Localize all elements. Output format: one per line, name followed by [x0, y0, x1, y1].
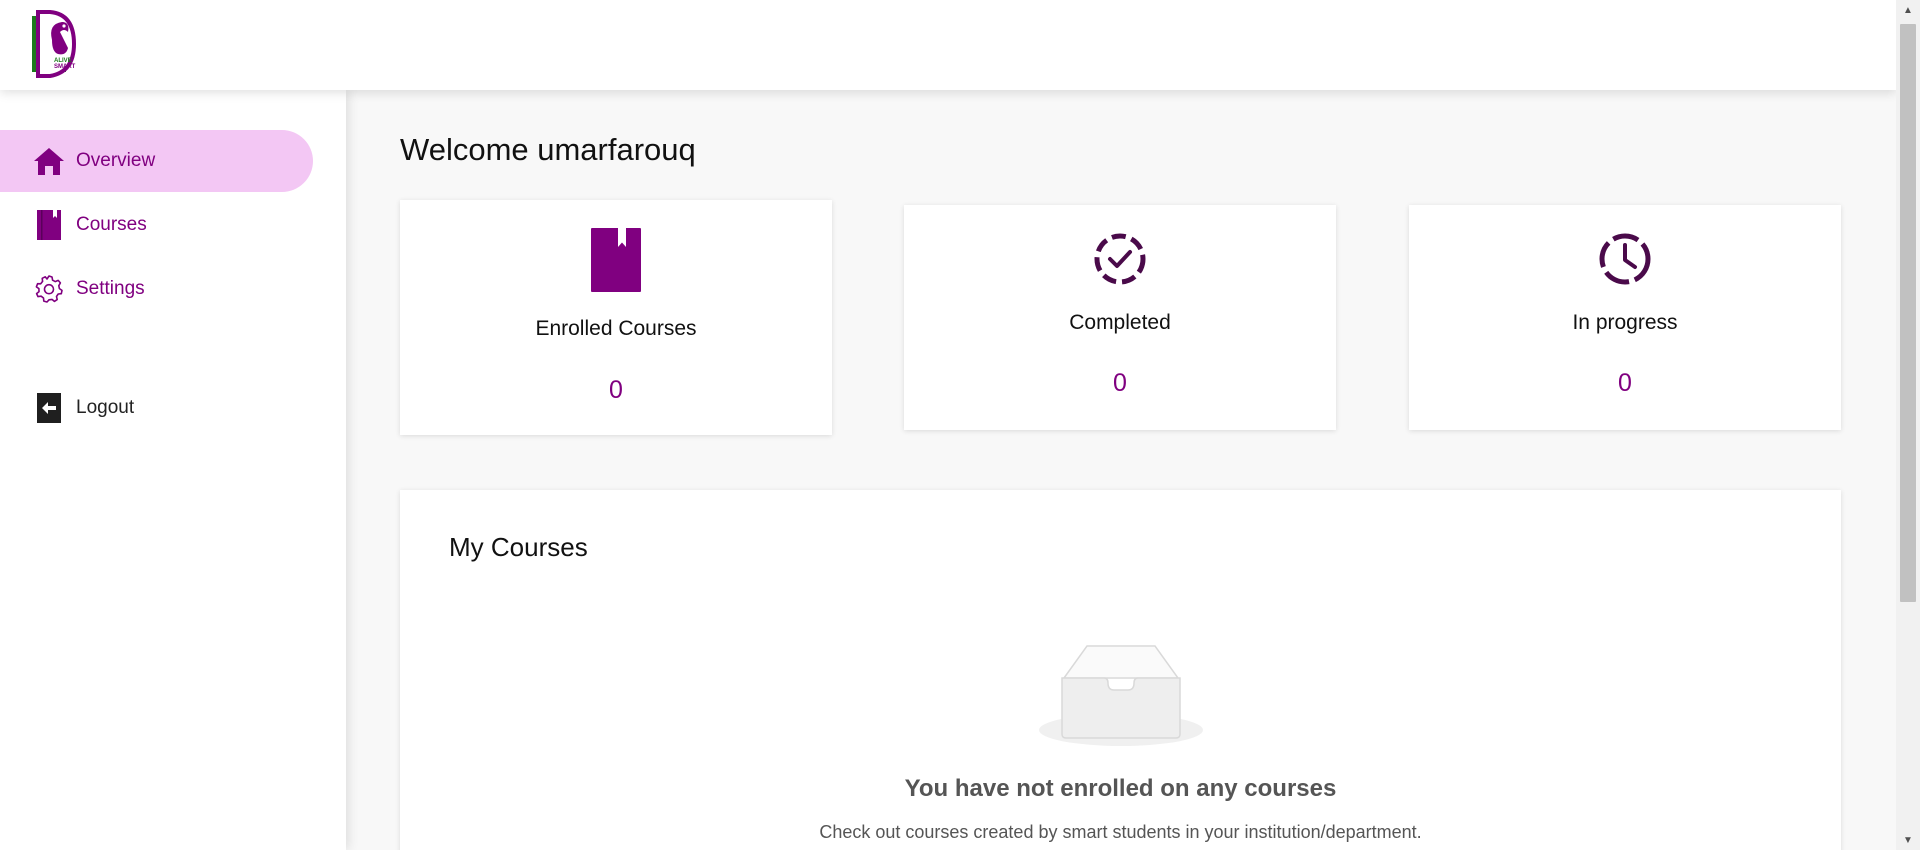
- sidebar: Overview Courses Settings Logout: [0, 90, 346, 850]
- sidebar-item-label: Courses: [76, 214, 147, 235]
- stat-card-in-progress: In progress 0: [1409, 205, 1841, 430]
- stat-card-completed: Completed 0: [904, 205, 1336, 430]
- book-icon: [33, 209, 65, 241]
- scroll-up-icon[interactable]: ▲: [1896, 0, 1920, 20]
- stat-value: 0: [1113, 369, 1127, 397]
- scroll-down-icon[interactable]: ▼: [1896, 830, 1920, 850]
- empty-state-title: You have not enrolled on any courses: [904, 775, 1337, 802]
- sidebar-item-label: Settings: [76, 278, 145, 299]
- empty-state-subtitle: Check out courses created by smart stude…: [819, 822, 1422, 842]
- home-icon: [33, 145, 65, 177]
- logout-button[interactable]: Logout: [0, 377, 313, 439]
- sidebar-item-courses[interactable]: Courses: [0, 194, 313, 256]
- check-circle-icon: [1094, 233, 1146, 285]
- svg-text:SMART: SMART: [54, 64, 76, 70]
- vertical-scrollbar[interactable]: ▲ ▼: [1896, 0, 1920, 850]
- scroll-thumb[interactable]: [1900, 24, 1916, 602]
- section-title: My Courses: [449, 532, 588, 562]
- clock-icon: [1599, 233, 1651, 285]
- stat-label: Completed: [1069, 311, 1171, 334]
- stat-label: In progress: [1572, 311, 1678, 334]
- sidebar-item-settings[interactable]: Settings: [0, 258, 313, 320]
- my-courses-panel: My Courses You have not enrolled on any …: [400, 490, 1841, 850]
- sidebar-item-label: Overview: [76, 150, 156, 171]
- empty-inbox-icon: [1039, 645, 1203, 746]
- stat-label: Enrolled Courses: [535, 317, 697, 340]
- stat-value: 0: [609, 376, 623, 404]
- logout-icon: [33, 392, 65, 424]
- logout-label: Logout: [76, 397, 135, 418]
- page-title: Welcome umarfarouq: [400, 132, 696, 167]
- main-content: Welcome umarfarouq Enrolled Courses 0 Co…: [346, 90, 1896, 850]
- stat-card-enrolled: Enrolled Courses 0: [400, 200, 832, 435]
- book-bookmark-icon: [591, 228, 641, 292]
- gear-icon: [33, 273, 65, 305]
- sidebar-item-overview[interactable]: Overview: [0, 130, 313, 192]
- top-bar: ALIVE SMART: [0, 0, 1896, 90]
- stat-value: 0: [1618, 369, 1632, 397]
- squirrel-logo-icon[interactable]: ALIVE SMART: [30, 10, 82, 82]
